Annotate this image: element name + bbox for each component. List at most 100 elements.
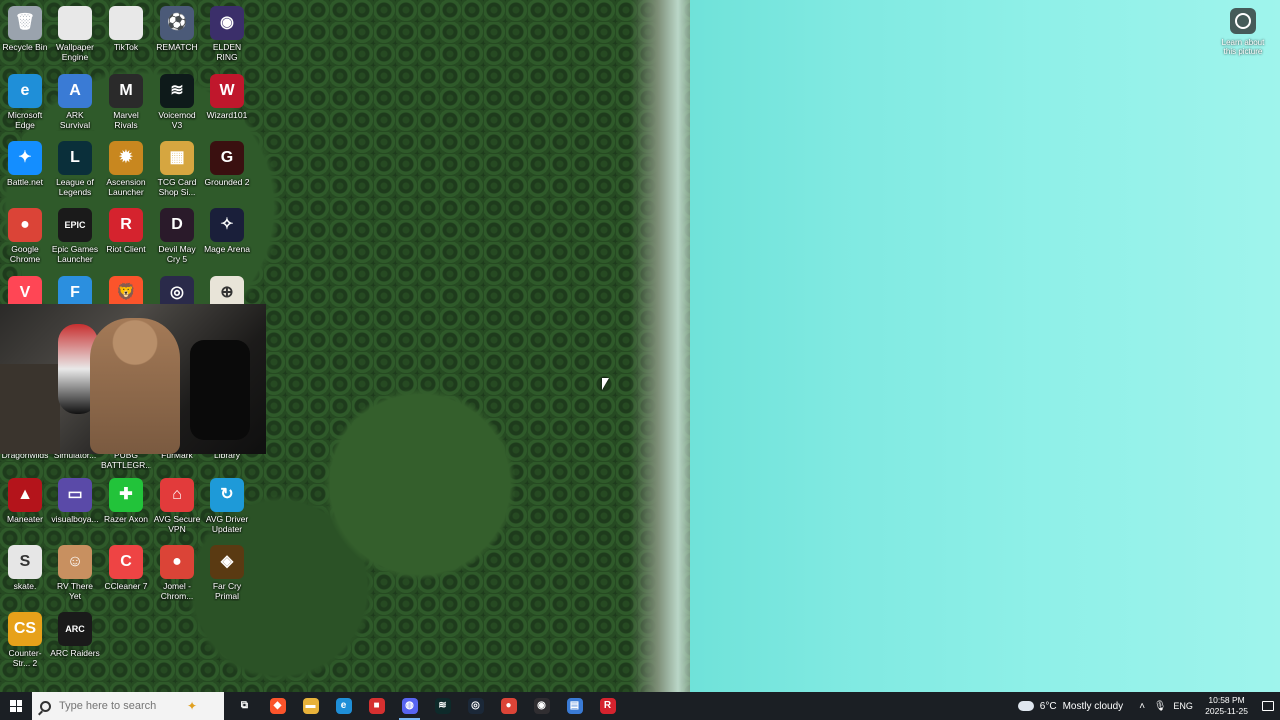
desktop-icon-razer-axon[interactable]: ✚ Razer Axon <box>101 474 151 524</box>
desktop-icon-voicemod[interactable]: ≋ Voicemod V3 <box>152 70 202 130</box>
desktop-icon-mage-arena[interactable]: ✧ Mage Arena <box>202 204 252 254</box>
riot-icon: R <box>599 698 616 714</box>
edge-icon: e <box>335 698 352 714</box>
desktop-icon-rv-there-yet[interactable]: ☺ RV There Yet <box>50 541 100 601</box>
notification-center[interactable] <box>1256 692 1280 720</box>
desktop-icon-label: Far Cry Primal <box>212 581 242 601</box>
taskbar: ✦ ⧉ ◆ ▬ e ■ ◍ ≋ ◎ ● ◉ ▤ R 6°C Mostly cloudy ˄ 🎙 ENG… <box>0 692 1280 720</box>
discord-icon: ◍ <box>401 698 418 714</box>
visualboy-icon: ▭ <box>58 478 92 512</box>
desktop-icon-elden-ring[interactable]: ◉ELDEN RING NIGHTREIGN <box>202 2 252 63</box>
desktop-icon-epic-games[interactable]: EPIC Epic Games Launcher <box>50 204 100 264</box>
desktop-icon-chrome[interactable]: ● Google Chrome <box>0 204 50 264</box>
weather-widget[interactable]: 6°C Mostly cloudy <box>1008 697 1133 712</box>
windows-icon <box>10 700 22 712</box>
arc-raiders-icon: ARC <box>58 612 92 646</box>
skate-icon: S <box>8 545 42 579</box>
desktop-icon-label: Mage Arena <box>204 244 250 254</box>
battlenet-icon: ✦ <box>8 141 42 175</box>
grounded-icon: G <box>210 141 244 175</box>
ccleaner-icon: C <box>109 545 143 579</box>
avg-driver-icon: ↻ <box>210 478 244 512</box>
steam-icon: ◎ <box>467 698 484 714</box>
brave-icon: ◆ <box>269 698 286 714</box>
desktop-icon-label: skate. <box>13 581 37 591</box>
search-icon <box>40 700 51 712</box>
taskbar-app-task-view[interactable]: ⧉ <box>228 692 261 720</box>
desktop-icon-rematch[interactable]: ⚽ REMATCH <box>152 2 202 52</box>
elden-ring-icon: ◉ <box>210 6 244 40</box>
search-input[interactable] <box>59 700 179 712</box>
desktop-icon-edge[interactable]: e Microsoft Edge <box>0 70 50 130</box>
tiktok-icon <box>109 6 143 40</box>
taskbar-app-steam[interactable]: ◎ <box>459 692 492 720</box>
chrome-icon: ● <box>500 698 517 714</box>
taskbar-search[interactable]: ✦ <box>32 692 224 720</box>
taskbar-app-obs[interactable]: ◉ <box>525 692 558 720</box>
learn-about-picture-label: Learn about this picture <box>1221 38 1265 56</box>
task-view-icon: ⧉ <box>240 700 249 711</box>
avg-vpn-icon: ⌂ <box>160 478 194 512</box>
webcam-dark-object <box>190 340 250 440</box>
learn-about-picture[interactable]: Learn about this picture <box>1216 8 1270 56</box>
taskbar-app-voicemod[interactable]: ≋ <box>426 692 459 720</box>
rv-there-yet-icon: ☺ <box>58 545 92 579</box>
taskbar-app-discord[interactable]: ◍ <box>393 692 426 720</box>
desktop-icon-tiktok[interactable]: TikTok <box>101 2 151 52</box>
desktop-icon-ccleaner[interactable]: C CCleaner 7 <box>101 541 151 591</box>
taskbar-app-red-app[interactable]: ■ <box>360 692 393 720</box>
desktop-icon-label: Ascension Launcher <box>106 177 146 197</box>
desktop-icon-devil-may-cry[interactable]: D Devil May Cry 5 <box>152 204 202 264</box>
desktop-icon-avg-driver[interactable]: ↻ AVG Driver Updater <box>202 474 252 534</box>
desktop-icon-wizard101[interactable]: W Wizard101 <box>202 70 252 120</box>
desktop-icon-label: Wizard101 <box>206 110 248 120</box>
desktop-icon-league[interactable]: L League of Legends <box>50 137 100 197</box>
counter-strike-icon: CS <box>8 612 42 646</box>
webcam-overlay <box>0 304 266 454</box>
desktop-icon-arc-raiders[interactable]: ARC ARC Raiders <box>50 608 100 658</box>
desktop-icon-ascension[interactable]: ✹ Ascension Launcher <box>101 137 151 197</box>
taskbar-app-window-app[interactable]: ▤ <box>558 692 591 720</box>
desktop-icon-label: Voicemod V3 <box>158 110 196 130</box>
taskbar-app-edge[interactable]: e <box>327 692 360 720</box>
desktop-icon-far-cry[interactable]: ◈ Far Cry Primal <box>202 541 252 601</box>
taskbar-app-chrome[interactable]: ● <box>492 692 525 720</box>
taskbar-app-brave[interactable]: ◆ <box>261 692 294 720</box>
devil-may-cry-icon: D <box>160 208 194 242</box>
taskbar-clock[interactable]: 10:58 PM 2025-11-25 <box>1197 695 1256 717</box>
red-app-icon: ■ <box>368 698 385 714</box>
desktop-icon-riot-client[interactable]: R Riot Client <box>101 204 151 254</box>
weather-condition: Mostly cloudy <box>1062 700 1124 712</box>
start-button[interactable] <box>0 692 32 720</box>
desktop-icon-wallpaper-engine[interactable]: Wallpaper Engine <box>50 2 100 62</box>
desktop-icon-recycle-bin[interactable]: 🗑 Recycle Bin <box>0 2 50 52</box>
desktop-icon-counter-strike[interactable]: CS Counter-Str... 2 <box>0 608 50 668</box>
desktop-icon-battlenet[interactable]: ✦ Battle.net <box>0 137 50 187</box>
desktop-icon-marvel-rivals[interactable]: M Marvel Rivals <box>101 70 151 130</box>
desktop-icon-label: Jomel - Chrom... <box>160 581 194 601</box>
desktop-icon-tcg-card-shop[interactable]: ▦ TCG Card Shop Si... <box>152 137 202 197</box>
webcam-person <box>90 318 180 454</box>
language-indicator[interactable]: ENG <box>1169 701 1197 711</box>
desktop-icon-ark[interactable]: AARK Survival Ascended <box>50 70 100 131</box>
mouse-cursor-icon <box>602 378 609 390</box>
desktop-icon-visualboy[interactable]: ▭ visualboya... <box>50 474 100 524</box>
desktop-icon-maneater[interactable]: ▲ Maneater <box>0 474 50 524</box>
mage-arena-icon: ✧ <box>210 208 244 242</box>
desktop-icon-chrome-profile[interactable]: ● Jomel - Chrom... <box>152 541 202 601</box>
chevron-up-icon[interactable]: ˄ <box>1133 701 1151 712</box>
search-highlight-icon[interactable]: ✦ <box>187 699 197 713</box>
taskbar-app-riot[interactable]: R <box>591 692 624 720</box>
microphone-icon[interactable]: 🎙 <box>1151 701 1169 712</box>
taskbar-app-file-explorer[interactable]: ▬ <box>294 692 327 720</box>
marvel-rivals-icon: M <box>109 74 143 108</box>
desktop-icon-avg-vpn[interactable]: ⌂ AVG Secure VPN <box>152 474 202 534</box>
desktop-icon-label: Maneater <box>7 514 43 524</box>
desktop-icon-skate[interactable]: Sskate. <box>0 541 50 591</box>
voicemod-icon: ≋ <box>434 698 451 714</box>
weather-temp: 6°C <box>1039 700 1057 712</box>
desktop-icon-label: AVG Driver Updater <box>205 514 249 534</box>
desktop-icon-grounded[interactable]: G Grounded 2 <box>202 137 252 187</box>
taskbar-apps: ⧉ ◆ ▬ e ■ ◍ ≋ ◎ ● ◉ ▤ R <box>228 692 624 720</box>
desktop-icon-label: League of Legends <box>56 177 94 197</box>
